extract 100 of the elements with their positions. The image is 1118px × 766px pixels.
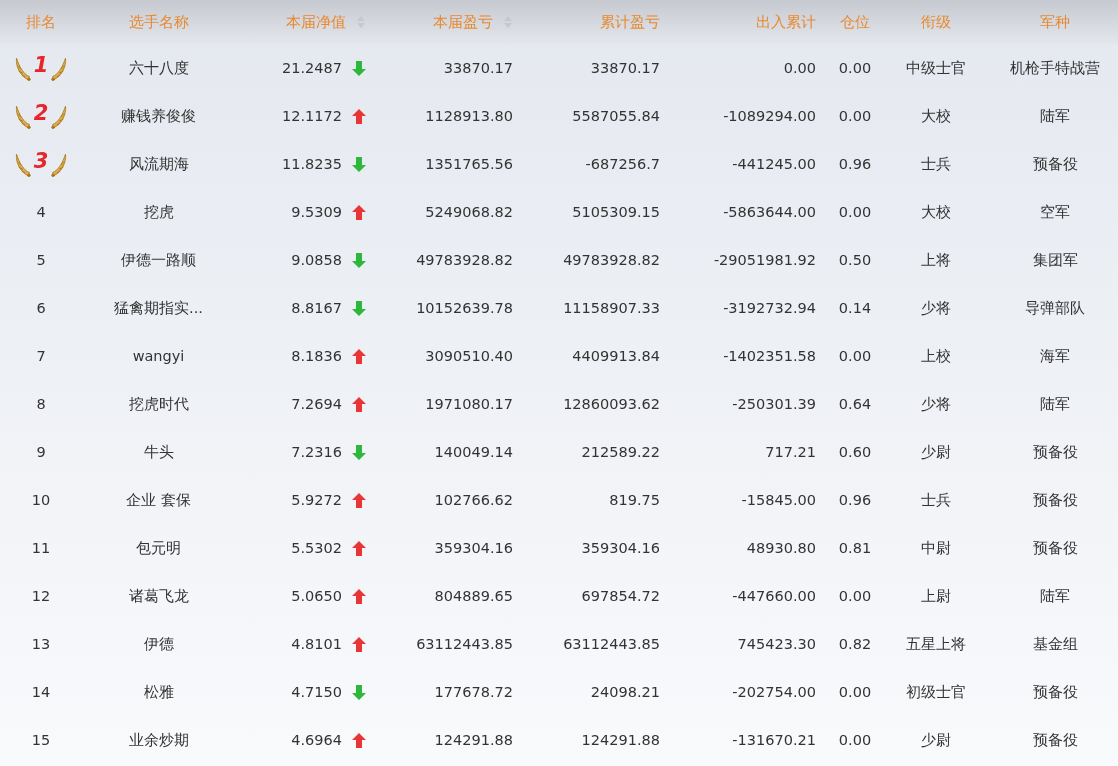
net-value: 9.0858 <box>291 252 342 268</box>
column-header[interactable]: 本届盈亏 <box>433 12 493 32</box>
medal-rank: 2 <box>32 102 50 127</box>
player-name: 风流期海 <box>128 154 189 174</box>
net-value: 7.2694 <box>291 396 342 412</box>
flow-total: -15845.00 <box>741 492 816 508</box>
rank-title: 士兵 <box>921 490 951 510</box>
player-name: 诸葛飞龙 <box>128 586 189 606</box>
player-name: 企业 套保 <box>126 490 191 510</box>
flow-total: -5863644.00 <box>723 204 816 220</box>
player-name: 包元明 <box>136 538 181 558</box>
period-profit: 1971080.17 <box>425 396 513 412</box>
rank-title: 少将 <box>921 298 951 318</box>
rank-text: 12 <box>31 588 51 604</box>
branch-name: 预备役 <box>1032 442 1078 462</box>
total-profit: 124291.88 <box>581 732 660 748</box>
net-value: 21.2487 <box>282 60 342 76</box>
total-profit: 49783928.82 <box>563 252 660 268</box>
position-ratio: 0.96 <box>838 156 872 172</box>
rank-text: 11 <box>31 540 51 556</box>
player-name: 六十八度 <box>128 58 189 78</box>
total-profit: 4409913.84 <box>572 348 660 364</box>
medal-rank: 3 <box>32 150 50 175</box>
period-profit: 124291.88 <box>434 732 513 748</box>
flow-total: -131670.21 <box>732 732 816 748</box>
flow-total: -3192732.94 <box>723 300 816 316</box>
rank-title: 少将 <box>921 394 951 414</box>
wing-icon <box>13 55 32 82</box>
flow-total: -1089294.00 <box>723 108 816 124</box>
rank-title: 士兵 <box>921 154 951 174</box>
position-ratio: 0.00 <box>838 732 872 748</box>
flow-total: 745423.30 <box>737 636 816 652</box>
total-profit: 819.75 <box>609 492 660 508</box>
column-header: 出入累计 <box>756 12 816 32</box>
net-value: 4.6964 <box>291 732 342 748</box>
position-ratio: 0.00 <box>838 60 872 76</box>
flow-total: -447660.00 <box>732 588 816 604</box>
flow-total: -441245.00 <box>732 156 816 172</box>
rank-title: 上尉 <box>921 586 951 606</box>
flow-total: 48930.80 <box>746 540 816 556</box>
column-header: 选手名称 <box>128 12 189 32</box>
rank-text: 7 <box>36 348 46 364</box>
player-name: 松雅 <box>143 682 174 702</box>
period-profit: 1351765.56 <box>425 156 513 172</box>
total-profit: 212589.22 <box>581 444 660 460</box>
position-ratio: 0.60 <box>838 444 872 460</box>
total-profit: 5105309.15 <box>572 204 660 220</box>
total-profit: -687256.7 <box>585 156 660 172</box>
rank-text: 13 <box>31 636 51 652</box>
wing-icon <box>50 151 69 178</box>
branch-name: 空军 <box>1040 202 1070 222</box>
net-value: 11.8235 <box>282 156 342 172</box>
rank-title: 大校 <box>921 106 951 126</box>
total-profit: 33870.17 <box>590 60 660 76</box>
total-profit: 11158907.33 <box>563 300 660 316</box>
branch-name: 机枪手特战营 <box>1010 58 1100 78</box>
wing-icon <box>13 151 32 178</box>
net-value: 7.2316 <box>291 444 342 460</box>
player-name: 挖虎时代 <box>128 394 189 414</box>
total-profit: 24098.21 <box>590 684 660 700</box>
player-name: 赚钱养俊俊 <box>121 106 196 126</box>
period-profit: 3090510.40 <box>425 348 513 364</box>
rank-title: 上校 <box>921 346 951 366</box>
rank-title: 中尉 <box>921 538 951 558</box>
branch-name: 海军 <box>1040 346 1070 366</box>
position-ratio: 0.00 <box>838 348 872 364</box>
position-ratio: 0.00 <box>838 588 872 604</box>
rank-text: 6 <box>36 300 46 316</box>
position-ratio: 0.14 <box>838 300 872 316</box>
rank-title: 五星上将 <box>906 634 966 654</box>
branch-name: 导弹部队 <box>1025 298 1085 318</box>
wing-icon <box>50 103 69 130</box>
period-profit: 5249068.82 <box>425 204 513 220</box>
position-ratio: 0.82 <box>838 636 872 652</box>
rank-text: 8 <box>36 396 46 412</box>
column-header: 排名 <box>26 12 56 32</box>
medal-rank: 1 <box>32 54 50 79</box>
period-profit: 177678.72 <box>434 684 513 700</box>
branch-name: 预备役 <box>1032 730 1078 750</box>
net-value: 5.9272 <box>291 492 342 508</box>
player-name: 挖虎 <box>143 202 174 222</box>
player-name: 伊德 <box>143 634 174 654</box>
rank-text: 9 <box>36 444 46 460</box>
branch-name: 陆军 <box>1040 106 1070 126</box>
wing-icon <box>50 55 69 82</box>
period-profit: 63112443.85 <box>416 636 513 652</box>
flow-total: -1402351.58 <box>723 348 816 364</box>
branch-name: 陆军 <box>1040 394 1070 414</box>
column-header[interactable]: 本届净值 <box>286 12 346 32</box>
rank-title: 少尉 <box>921 730 951 750</box>
branch-name: 陆军 <box>1040 586 1070 606</box>
total-profit: 697854.72 <box>581 588 660 604</box>
net-value: 12.1172 <box>282 108 342 124</box>
period-profit: 33870.17 <box>443 60 513 76</box>
rank-text: 10 <box>31 492 51 508</box>
branch-name: 预备役 <box>1032 682 1078 702</box>
period-profit: 102766.62 <box>434 492 513 508</box>
period-profit: 359304.16 <box>434 540 513 556</box>
column-header: 军种 <box>1040 12 1070 32</box>
player-name: wangyi <box>132 348 185 364</box>
